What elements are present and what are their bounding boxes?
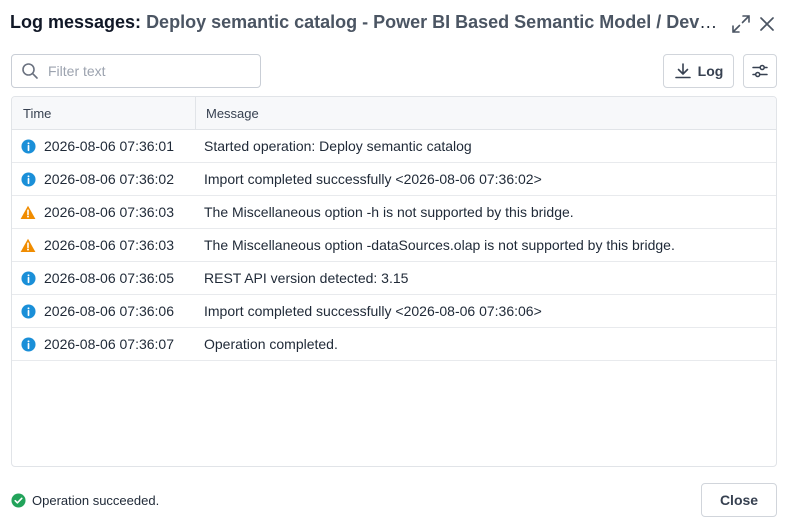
table-body: 2026-08-06 07:36:01 Started operation: De… bbox=[12, 130, 776, 361]
close-button[interactable]: Close bbox=[701, 483, 777, 517]
status-message: Operation succeeded. bbox=[11, 490, 159, 510]
warning-icon bbox=[12, 205, 44, 220]
row-time: 2026-08-06 07:36:05 bbox=[44, 270, 174, 286]
warning-icon bbox=[12, 238, 44, 253]
row-message: The Miscellaneous option -dataSources.ol… bbox=[204, 237, 675, 253]
row-message: Import completed successfully <2026-08-0… bbox=[204, 171, 542, 187]
table-row[interactable]: 2026-08-06 07:36:03 The Miscellaneous opt… bbox=[12, 229, 776, 262]
download-icon bbox=[674, 62, 692, 80]
success-icon bbox=[11, 492, 26, 508]
status-text: Operation succeeded. bbox=[32, 492, 160, 508]
info-icon bbox=[12, 138, 44, 154]
row-message: Import completed successfully <2026-08-0… bbox=[204, 303, 542, 319]
search-field[interactable] bbox=[11, 54, 261, 88]
table-row[interactable]: 2026-08-06 07:36:06 Import completed succ… bbox=[12, 295, 776, 328]
row-message: Operation completed. bbox=[204, 336, 338, 352]
dialog-header: Log messages: Deploy semantic catalog - … bbox=[10, 10, 778, 38]
settings-button[interactable] bbox=[743, 54, 777, 88]
sliders-icon bbox=[751, 62, 769, 80]
expand-icon[interactable] bbox=[730, 13, 752, 35]
row-message: REST API version detected: 3.15 bbox=[204, 270, 409, 286]
row-time: 2026-08-06 07:36:03 bbox=[44, 237, 174, 253]
search-icon bbox=[12, 55, 48, 87]
row-message: The Miscellaneous option -h is not suppo… bbox=[204, 204, 574, 220]
row-time: 2026-08-06 07:36:02 bbox=[44, 171, 174, 187]
row-message: Started operation: Deploy semantic catal… bbox=[204, 138, 472, 154]
row-time: 2026-08-06 07:36:01 bbox=[44, 138, 174, 154]
table-row[interactable]: 2026-08-06 07:36:05 REST API version dete… bbox=[12, 262, 776, 295]
info-icon bbox=[12, 303, 44, 319]
table-row[interactable]: 2026-08-06 07:36:02 Import completed succ… bbox=[12, 163, 776, 196]
info-icon bbox=[12, 336, 44, 352]
table-row[interactable]: 2026-08-06 07:36:07 Operation completed. bbox=[12, 328, 776, 361]
close-button-label: Close bbox=[719, 492, 759, 508]
dialog-title-label: Log messages: bbox=[10, 12, 142, 32]
row-time: 2026-08-06 07:36:06 bbox=[44, 303, 174, 319]
dialog-title: Log messages: Deploy semantic catalog - … bbox=[10, 12, 725, 33]
dialog-title-subject: Deploy semantic catalog - Power BI Based… bbox=[146, 12, 725, 32]
download-log-button[interactable]: Log bbox=[663, 54, 734, 88]
close-icon[interactable] bbox=[756, 13, 778, 35]
filter-text-input[interactable] bbox=[48, 63, 248, 79]
log-table: Time Message 2026-08-06 07:36:01 Started … bbox=[11, 96, 777, 467]
row-time: 2026-08-06 07:36:07 bbox=[44, 336, 174, 352]
table-row[interactable]: 2026-08-06 07:36:03 The Miscellaneous opt… bbox=[12, 196, 776, 229]
column-header-time[interactable]: Time bbox=[12, 97, 196, 129]
column-header-message[interactable]: Message bbox=[196, 97, 776, 129]
log-button-label: Log bbox=[697, 63, 724, 79]
table-row[interactable]: 2026-08-06 07:36:01 Started operation: De… bbox=[12, 130, 776, 163]
row-time: 2026-08-06 07:36:03 bbox=[44, 204, 174, 220]
table-header: Time Message bbox=[12, 97, 776, 130]
info-icon bbox=[12, 171, 44, 187]
info-icon bbox=[12, 270, 44, 286]
